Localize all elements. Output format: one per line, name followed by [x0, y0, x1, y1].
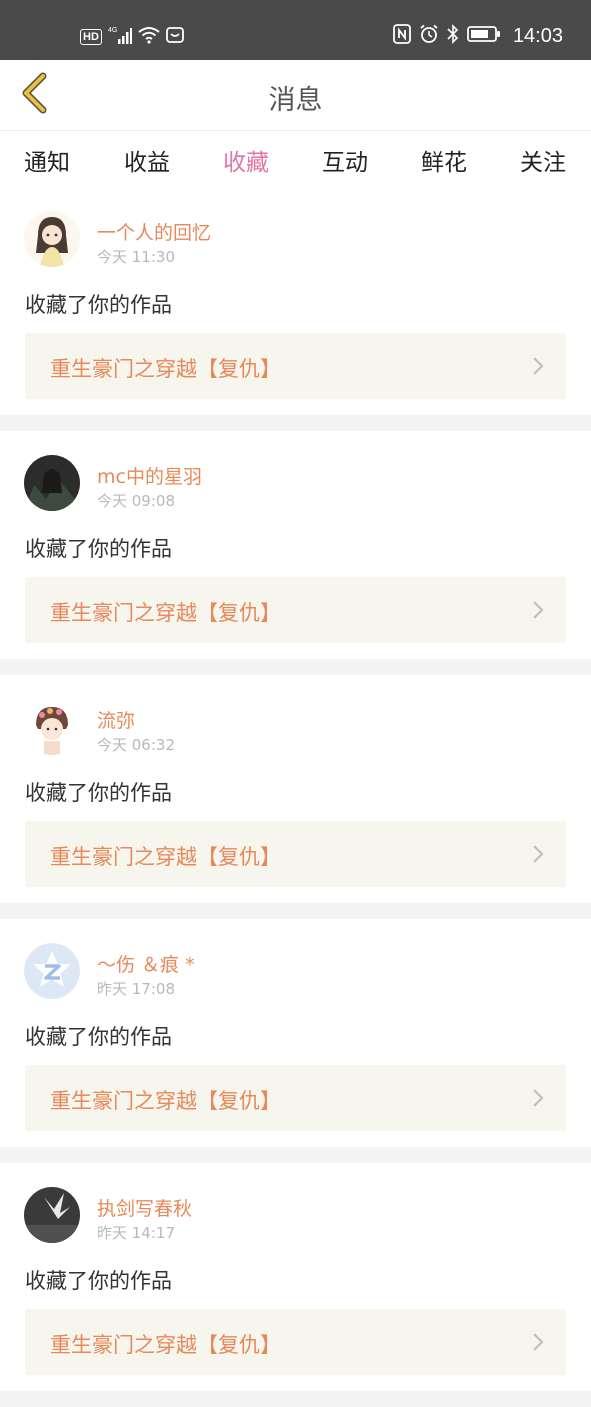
work-title: 重生豪门之穿越【复仇】	[50, 1333, 281, 1357]
username[interactable]: 流弥	[97, 706, 135, 733]
timestamp: 今天 11:30	[97, 248, 175, 266]
status-right: 14:03	[393, 24, 563, 48]
username[interactable]: 一个人的回忆	[97, 218, 211, 245]
svg-text:4G: 4G	[108, 27, 117, 34]
work-link[interactable]: 重生豪门之穿越【复仇】	[25, 1065, 566, 1131]
chevron-right-icon	[532, 1088, 544, 1112]
chevron-right-icon	[532, 600, 544, 624]
avatar[interactable]	[24, 943, 80, 999]
action-text: 收藏了你的作品	[25, 293, 172, 317]
work-link[interactable]: 重生豪门之穿越【复仇】	[25, 821, 566, 887]
status-left: HD 4G	[80, 25, 184, 49]
work-link[interactable]: 重生豪门之穿越【复仇】	[25, 1309, 566, 1375]
page-title: 消息	[268, 85, 323, 116]
timestamp: 今天 09:08	[97, 492, 175, 510]
wifi-icon	[138, 26, 160, 48]
message-card: 流弥 今天 06:32 收藏了你的作品 重生豪门之穿越【复仇】	[0, 675, 591, 919]
tab-flowers[interactable]: 鲜花	[409, 143, 479, 177]
nfc-icon	[393, 24, 411, 48]
action-text: 收藏了你的作品	[25, 1269, 172, 1293]
clock-time: 14:03	[512, 24, 563, 47]
username[interactable]: ～伤 ＆痕 *	[97, 950, 195, 977]
timestamp: 昨天 14:17	[97, 1224, 175, 1242]
tab-favorites[interactable]: 收藏	[211, 143, 281, 192]
avatar[interactable]	[24, 211, 80, 267]
alarm-icon	[419, 24, 439, 48]
username[interactable]: 执剑写春秋	[97, 1194, 192, 1221]
timestamp: 昨天 17:08	[97, 980, 175, 998]
tab-interactions[interactable]: 互动	[310, 143, 380, 177]
hd-icon: HD	[80, 29, 102, 45]
huawei-icon	[165, 26, 184, 48]
work-title: 重生豪门之穿越【复仇】	[50, 601, 281, 625]
tab-bar: 通知 收益 收藏 互动 鲜花 关注	[0, 131, 591, 192]
work-title: 重生豪门之穿越【复仇】	[50, 1089, 281, 1113]
status-bar: HD 4G 14:03	[0, 0, 591, 60]
work-title: 重生豪门之穿越【复仇】	[50, 357, 281, 381]
username[interactable]: mc中的星羽	[97, 462, 202, 489]
message-card: mc中的星羽 今天 09:08 收藏了你的作品 重生豪门之穿越【复仇】	[0, 431, 591, 675]
tab-favorites-label: 收藏	[223, 150, 269, 176]
chevron-right-icon	[532, 1332, 544, 1356]
battery-icon	[467, 25, 501, 47]
avatar[interactable]	[24, 455, 80, 511]
tab-following[interactable]: 关注	[508, 143, 578, 177]
work-link[interactable]: 重生豪门之穿越【复仇】	[25, 333, 566, 399]
message-card: ～伤 ＆痕 * 昨天 17:08 收藏了你的作品 重生豪门之穿越【复仇】	[0, 919, 591, 1163]
work-title: 重生豪门之穿越【复仇】	[50, 845, 281, 869]
message-card: 一个人的回忆 今天 11:30 收藏了你的作品 重生豪门之穿越【复仇】	[0, 187, 591, 431]
message-card: 执剑写春秋 昨天 14:17 收藏了你的作品 重生豪门之穿越【复仇】	[0, 1163, 591, 1407]
chevron-right-icon	[532, 844, 544, 868]
tab-notifications[interactable]: 通知	[12, 143, 82, 177]
avatar[interactable]	[24, 1187, 80, 1243]
action-text: 收藏了你的作品	[25, 1025, 172, 1049]
timestamp: 今天 06:32	[97, 736, 175, 754]
action-text: 收藏了你的作品	[25, 537, 172, 561]
message-list: 一个人的回忆 今天 11:30 收藏了你的作品 重生豪门之穿越【复仇】 mc中的…	[0, 187, 591, 1407]
chevron-right-icon	[532, 356, 544, 380]
avatar[interactable]	[24, 699, 80, 755]
header-bar: 消息	[0, 60, 591, 131]
bluetooth-icon	[447, 24, 459, 48]
action-text: 收藏了你的作品	[25, 781, 172, 805]
signal-icon: 4G	[108, 25, 132, 49]
tab-earnings[interactable]: 收益	[112, 143, 182, 177]
work-link[interactable]: 重生豪门之穿越【复仇】	[25, 577, 566, 643]
